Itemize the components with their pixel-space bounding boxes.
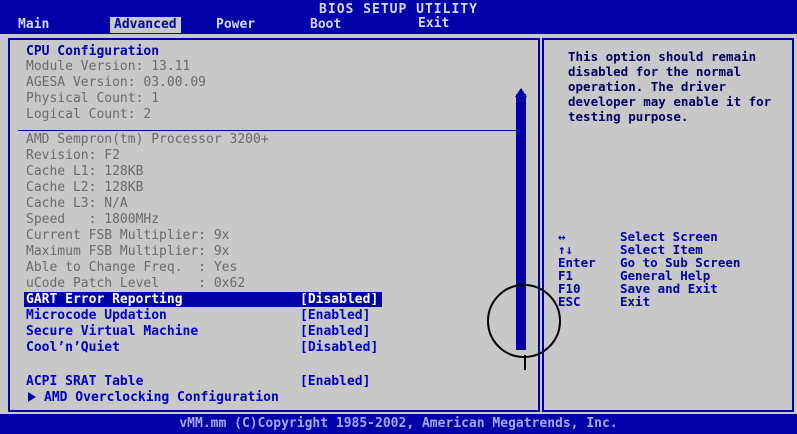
acpi-srat-value[interactable]: [Enabled] — [300, 374, 370, 389]
help-text: This option should remain disabled for t… — [568, 49, 772, 124]
gart-error-reporting-value[interactable]: [Disabled] — [300, 292, 378, 307]
ucode-patch-level: uCode Patch Level : 0x62 — [26, 276, 246, 291]
cool-n-quiet-value[interactable]: [Disabled] — [300, 340, 378, 355]
cache-l2: Cache L2: 128KB — [26, 180, 144, 195]
speed: Speed : 1800MHz — [26, 212, 160, 227]
current-fsb-multiplier: Current FSB Multiplier: 9x — [26, 228, 230, 243]
copyright-footer: vMM.mm (C)Copyright 1985-2002, American … — [0, 414, 797, 434]
physical-count: Physical Count: 1 — [26, 91, 160, 106]
tab-power[interactable]: Power — [212, 17, 259, 33]
submenu-arrow-icon — [28, 392, 36, 402]
agesa-version: AGESA Version: 03.00.09 — [26, 75, 207, 90]
acpi-srat-label[interactable]: ACPI SRAT Table — [26, 374, 143, 389]
secure-vm-value[interactable]: [Enabled] — [300, 324, 370, 339]
tab-boot[interactable]: Boot — [306, 17, 345, 33]
microcode-updation-label[interactable]: Microcode Updation — [26, 308, 167, 323]
main-panel: CPU Configuration Module Version: 13.11 … — [0, 34, 797, 379]
gart-error-reporting-label[interactable]: GART Error Reporting — [26, 292, 183, 307]
maximum-fsb-multiplier: Maximum FSB Multiplier: 9x — [26, 244, 230, 259]
secure-vm-label[interactable]: Secure Virtual Machine — [26, 324, 198, 339]
section-heading: CPU Configuration — [26, 44, 160, 59]
cache-l1: Cache L1: 128KB — [26, 164, 144, 179]
divider — [18, 130, 519, 131]
amd-overclocking-item[interactable]: AMD Overclocking Configuration — [44, 390, 279, 405]
change-freq: Able to Change Freq. : Yes — [26, 260, 238, 275]
logical-count: Logical Count: 2 — [26, 107, 152, 122]
cache-l3: Cache L3: N/A — [26, 196, 128, 211]
cool-n-quiet-label[interactable]: Cool’n’Quiet — [26, 340, 120, 355]
microcode-updation-value[interactable]: [Enabled] — [300, 308, 370, 323]
processor-name: AMD Sempron(tm) Processor 3200+ — [26, 132, 269, 147]
lower-right-frame — [542, 370, 794, 412]
callout-circle — [487, 284, 561, 358]
lower-panel: ACPI SRAT Table [Enabled] AMD Overclocki… — [0, 370, 797, 414]
revision: Revision: F2 — [26, 148, 120, 163]
header-bar: BIOS SETUP UTILITY Main Advanced Power B… — [0, 0, 797, 34]
tab-advanced[interactable]: Advanced — [110, 17, 181, 33]
tab-main[interactable]: Main — [14, 17, 53, 33]
bios-title: BIOS SETUP UTILITY — [319, 2, 478, 17]
module-version: Module Version: 13.11 — [26, 59, 191, 74]
tab-exit[interactable]: Exit — [414, 16, 453, 32]
key-esc: ESC Exit — [558, 294, 651, 309]
